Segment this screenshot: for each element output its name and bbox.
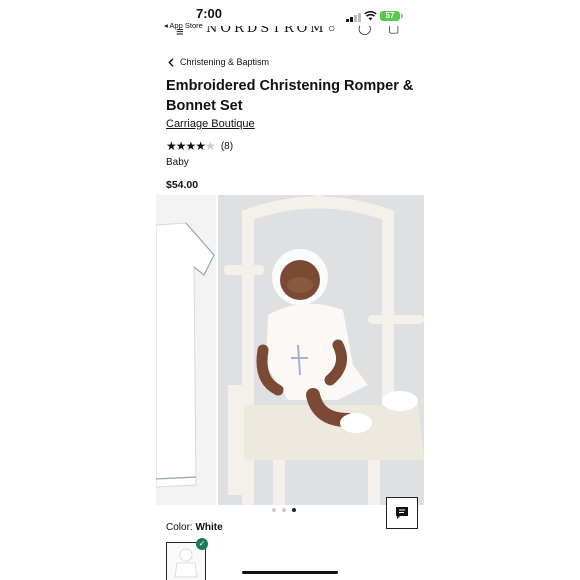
menu-icon[interactable]: ≡ — [176, 26, 184, 39]
brand-link[interactable]: Carriage Boutique — [166, 118, 255, 130]
product-price: $54.00 — [166, 179, 199, 191]
top-nav: ≡ NORDSTROM ○ ◯ ▢ — [166, 26, 416, 40]
account-icon[interactable]: ◯ — [358, 26, 371, 35]
star-icon: ★ — [166, 139, 177, 153]
status-time: 7:00 — [196, 6, 223, 21]
gown-image — [156, 195, 216, 505]
battery-icon: 57 — [380, 11, 403, 21]
color-value: White — [195, 522, 223, 533]
product-category: Baby — [166, 157, 189, 168]
product-image-gown[interactable] — [156, 195, 216, 505]
chevron-left-icon — [168, 57, 174, 67]
brand-logo[interactable]: NORDSTROM — [206, 26, 327, 36]
pagination-dot[interactable] — [282, 508, 286, 512]
color-selection: Color: White — [166, 522, 223, 533]
check-icon: ✓ — [196, 538, 208, 550]
bag-icon[interactable]: ▢ — [388, 26, 399, 35]
breadcrumb[interactable]: Christening & Baptism — [168, 57, 269, 67]
gallery-pagination[interactable] — [272, 508, 296, 512]
image-gallery[interactable] — [156, 195, 424, 505]
pagination-dot[interactable] — [272, 508, 276, 512]
star-icon: ★ — [185, 139, 197, 153]
search-icon[interactable]: ○ — [328, 26, 335, 35]
rating-count: (8) — [220, 140, 234, 152]
wifi-icon — [364, 11, 377, 21]
baby-photo — [218, 195, 424, 505]
star-rating: ★★★★★ — [166, 139, 216, 153]
chat-icon — [396, 507, 408, 519]
signal-icon — [346, 13, 361, 22]
rating[interactable]: ★★★★★ (8) — [166, 139, 233, 153]
phone-screen: 7:00 ◂ App Store 57 ≡ NORDSTROM ○ ◯ ▢ Ch… — [156, 0, 424, 580]
chat-button[interactable] — [386, 497, 418, 529]
product-title: Embroidered Christening Romper & Bonnet … — [166, 78, 414, 114]
pagination-dot-active[interactable] — [292, 508, 296, 512]
star-icon: ★ — [195, 139, 206, 153]
star-icon: ★ — [205, 139, 216, 153]
breadcrumb-label: Christening & Baptism — [180, 57, 270, 67]
home-indicator — [242, 571, 338, 574]
color-label: Color: — [166, 522, 193, 533]
star-icon: ★ — [175, 139, 187, 153]
product-image-baby[interactable] — [218, 195, 424, 505]
